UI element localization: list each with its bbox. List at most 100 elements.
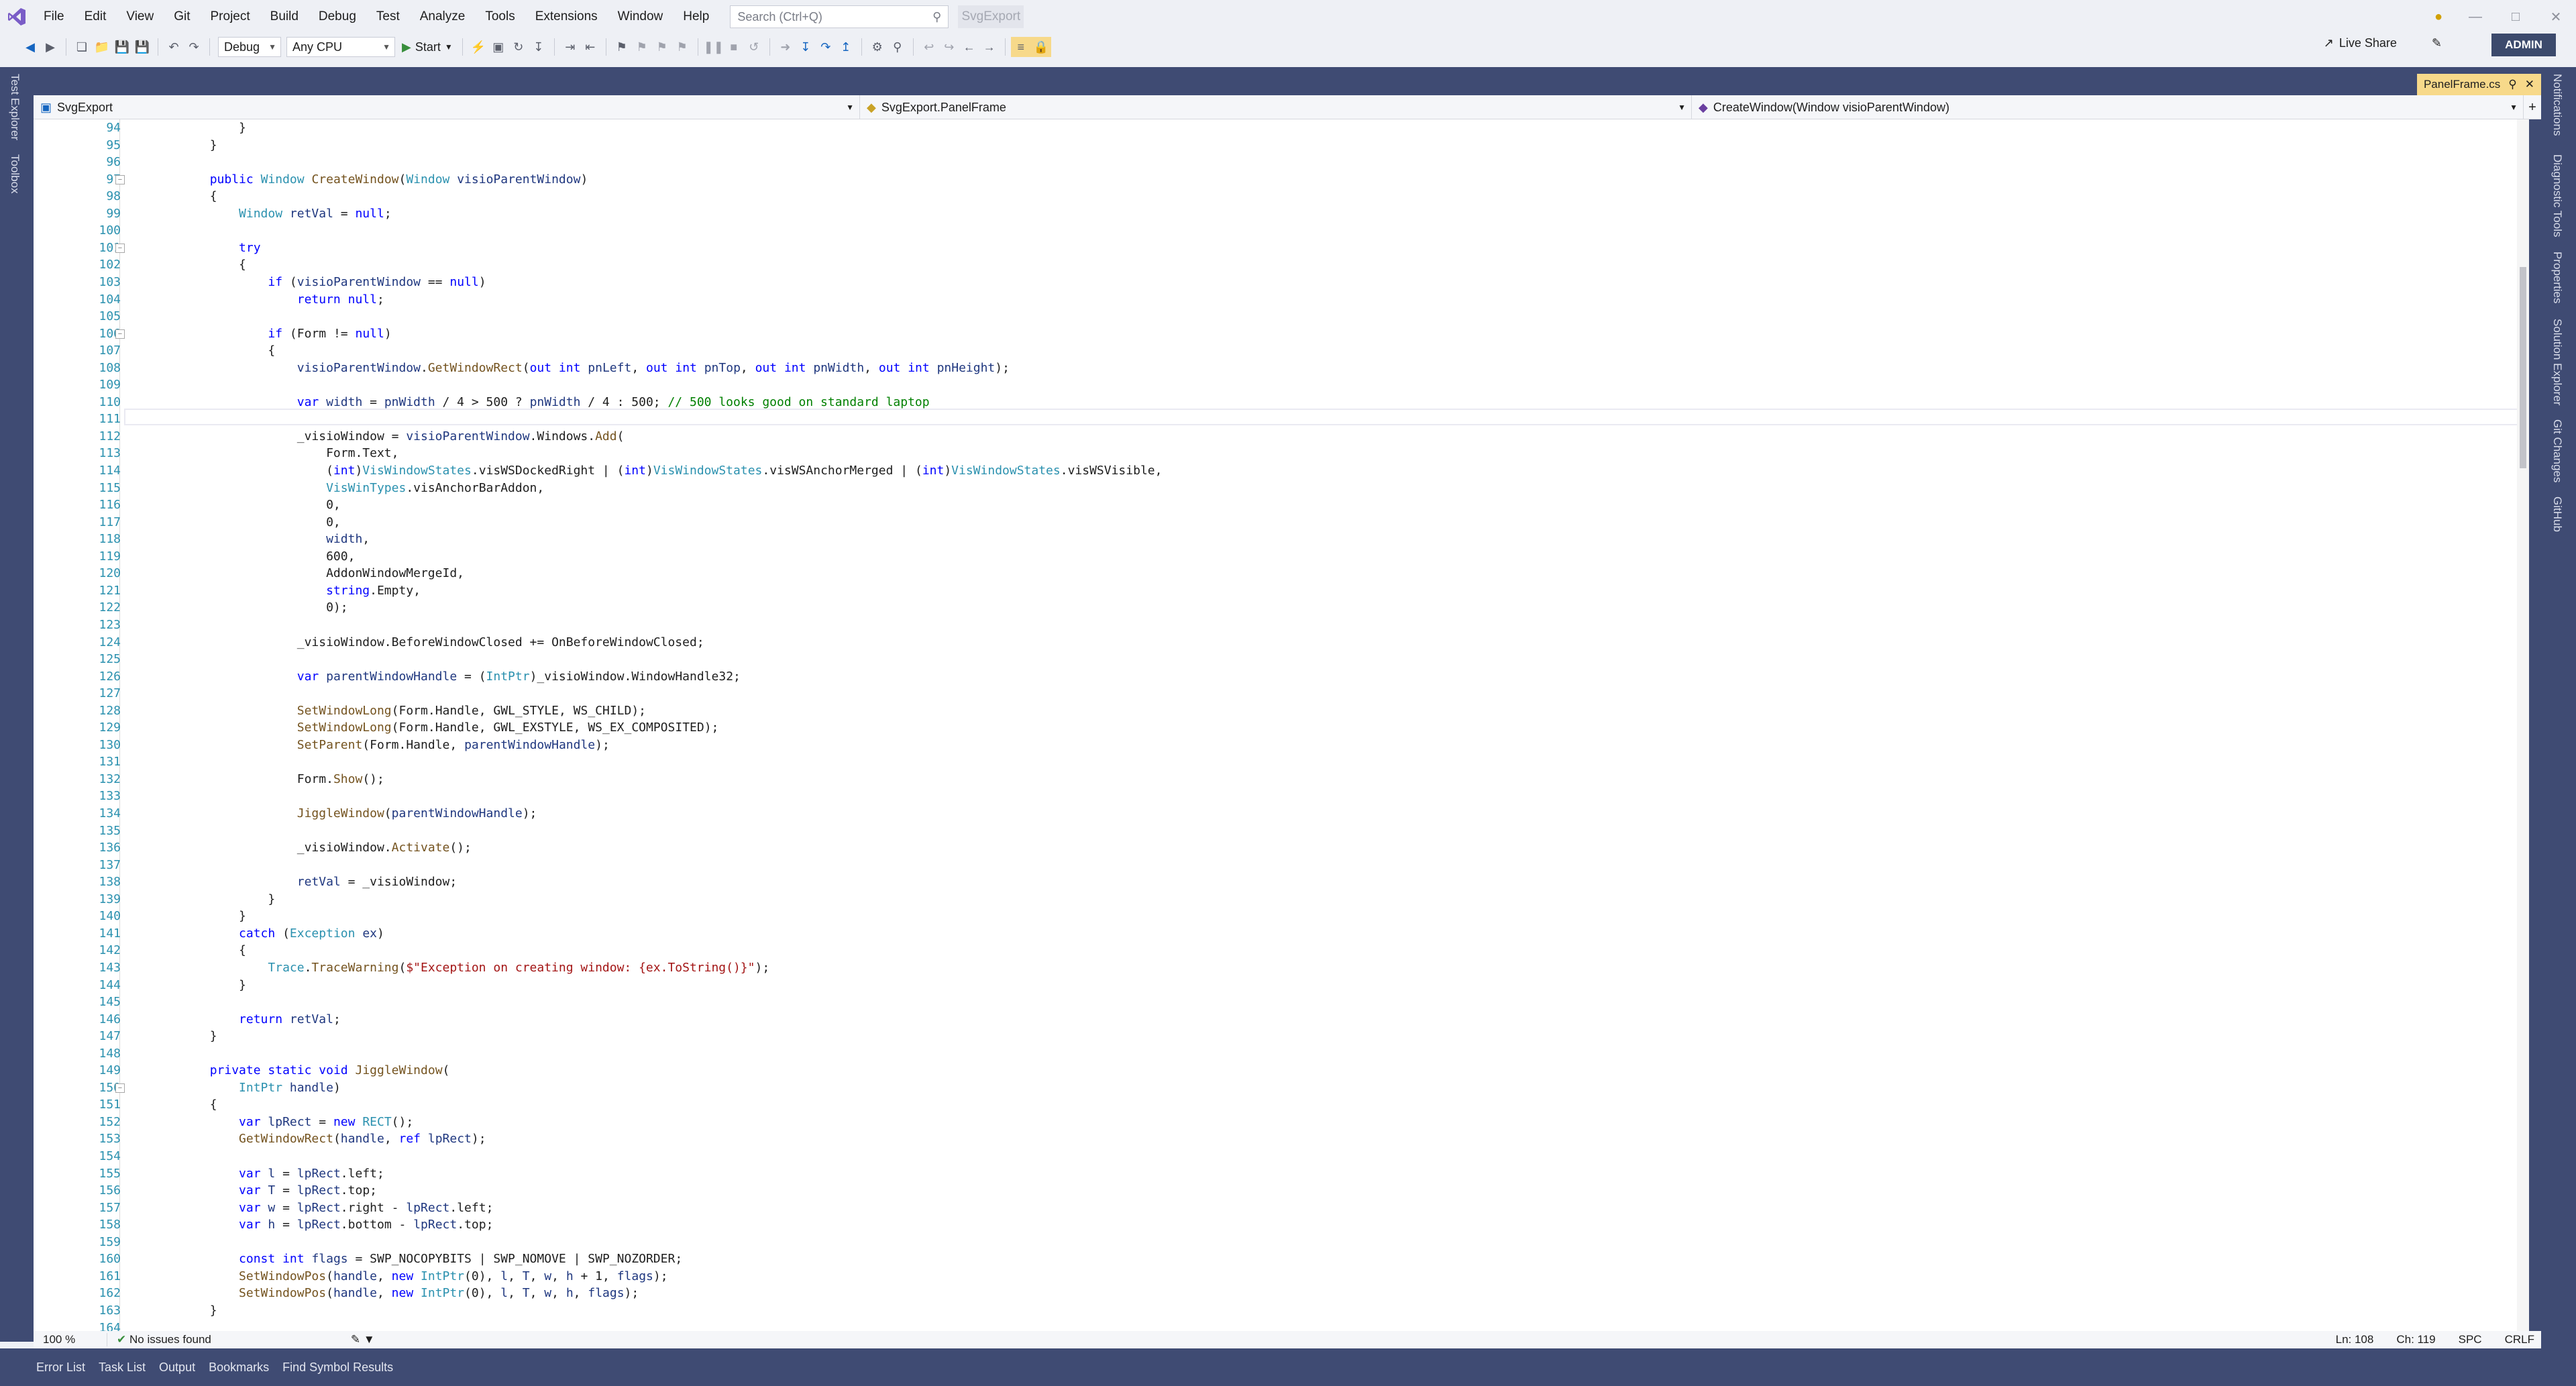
- code-line[interactable]: Window retVal = null;: [152, 207, 392, 221]
- code-line[interactable]: SetWindowPos(handle, new IntPtr(0), l, T…: [152, 1269, 668, 1283]
- pause-icon[interactable]: ❚❚: [704, 37, 724, 57]
- code-line[interactable]: }: [152, 892, 275, 906]
- step-into-debug-icon[interactable]: ↧: [796, 37, 816, 57]
- scrollbar-thumb[interactable]: [2520, 267, 2526, 468]
- code-line[interactable]: try: [152, 241, 261, 255]
- code-line[interactable]: if (Form != null): [152, 327, 391, 341]
- forward-nav-icon[interactable]: ▶: [40, 37, 60, 57]
- code-line[interactable]: retVal = _visioWindow;: [152, 875, 457, 889]
- line-ending-indicator[interactable]: CRLF: [2505, 1333, 2534, 1346]
- type-dropdown[interactable]: ◆ SvgExport.PanelFrame ▼: [860, 95, 1692, 119]
- tool-tab-find-symbol-results[interactable]: Find Symbol Results: [276, 1361, 400, 1375]
- code-line[interactable]: _visioWindow = visioParentWindow.Windows…: [152, 429, 625, 443]
- bookmark-icon[interactable]: ⚑: [612, 37, 632, 57]
- menu-file[interactable]: File: [34, 0, 74, 34]
- code-line[interactable]: {: [152, 1098, 217, 1112]
- feedback-icon[interactable]: ✎: [2432, 36, 2442, 50]
- prev-bookmark-icon[interactable]: ⚑: [632, 37, 652, 57]
- code-line[interactable]: string.Empty,: [152, 584, 421, 598]
- tool-tab-bookmarks[interactable]: Bookmarks: [202, 1361, 276, 1375]
- save-all-icon[interactable]: 💾: [132, 37, 152, 57]
- live-share-button[interactable]: ↗ Live Share ✎: [2324, 36, 2442, 50]
- code-line[interactable]: }: [152, 121, 246, 135]
- right-dock-tab[interactable]: Properties: [2551, 252, 2564, 303]
- tool-tab-task-list[interactable]: Task List: [92, 1361, 152, 1375]
- code-line[interactable]: {: [152, 943, 246, 957]
- code-line[interactable]: var T = lpRect.top;: [152, 1183, 377, 1197]
- code-line[interactable]: public Window CreateWindow(Window visioP…: [152, 172, 588, 186]
- account-icon[interactable]: ●: [2422, 9, 2455, 25]
- arrow-right-icon[interactable]: →: [979, 37, 1000, 57]
- tool-tab-error-list[interactable]: Error List: [30, 1361, 92, 1375]
- find-icon[interactable]: ⚲: [888, 37, 908, 57]
- solution-configuration-select[interactable]: Debug ▼: [218, 37, 281, 57]
- menu-edit[interactable]: Edit: [74, 0, 117, 34]
- code-line[interactable]: IntPtr handle): [152, 1081, 341, 1095]
- code-line[interactable]: Form.Text,: [152, 446, 398, 460]
- code-line[interactable]: }: [152, 1303, 217, 1318]
- collapse-icon[interactable]: −: [115, 1083, 125, 1093]
- code-line[interactable]: var width = pnWidth / 4 > 500 ? pnWidth …: [152, 395, 930, 409]
- close-button[interactable]: ✕: [2536, 9, 2576, 25]
- step-out-icon[interactable]: ↥: [836, 37, 856, 57]
- collapse-icon[interactable]: −: [115, 329, 125, 339]
- menu-project[interactable]: Project: [201, 0, 260, 34]
- navigate-forward-icon[interactable]: ↪: [939, 37, 959, 57]
- menu-build[interactable]: Build: [260, 0, 309, 34]
- menu-test[interactable]: Test: [366, 0, 410, 34]
- code-line[interactable]: {: [152, 343, 275, 358]
- code-line[interactable]: return null;: [152, 292, 384, 307]
- menu-git[interactable]: Git: [164, 0, 200, 34]
- code-line[interactable]: _visioWindow.Activate();: [152, 841, 472, 855]
- solution-platform-select[interactable]: Any CPU ▼: [286, 37, 395, 57]
- code-line[interactable]: var l = lpRect.left;: [152, 1167, 384, 1181]
- save-icon[interactable]: 💾: [112, 37, 132, 57]
- code-line[interactable]: 0,: [152, 515, 341, 529]
- maximize-button[interactable]: □: [2496, 9, 2536, 25]
- start-debug-button[interactable]: ▶ Start ▼: [402, 40, 453, 54]
- indent-icon[interactable]: ⇥: [560, 37, 580, 57]
- code-line[interactable]: var lpRect = new RECT();: [152, 1115, 413, 1129]
- code-line[interactable]: 0);: [152, 600, 348, 615]
- new-project-icon[interactable]: ❏: [72, 37, 92, 57]
- right-dock-tab[interactable]: Notifications: [2551, 74, 2564, 136]
- step-over-debug-icon[interactable]: ↷: [816, 37, 836, 57]
- code-line[interactable]: SetWindowPos(handle, new IntPtr(0), l, T…: [152, 1286, 639, 1300]
- code-line[interactable]: if (visioParentWindow == null): [152, 275, 486, 289]
- code-line[interactable]: {: [152, 258, 246, 272]
- browser-link-icon[interactable]: ▣: [488, 37, 508, 57]
- clear-bookmarks-icon[interactable]: ⚑: [672, 37, 692, 57]
- code-line[interactable]: }: [152, 909, 246, 923]
- line-indicator[interactable]: Ln: 108: [2336, 1333, 2374, 1346]
- project-dropdown[interactable]: ▣ SvgExport ▼: [34, 95, 860, 119]
- code-line[interactable]: catch (Exception ex): [152, 926, 384, 941]
- code-line[interactable]: width,: [152, 532, 370, 546]
- code-line[interactable]: var parentWindowHandle = (IntPtr)_visioW…: [152, 670, 741, 684]
- open-folder-icon[interactable]: 📁: [92, 37, 112, 57]
- undo-icon[interactable]: ↶: [164, 37, 184, 57]
- document-tab[interactable]: PanelFrame.cs ⚲ ✕: [2416, 74, 2541, 95]
- right-dock-tab[interactable]: GitHub: [2551, 496, 2564, 532]
- code-line[interactable]: }: [152, 138, 217, 152]
- code-cleanup-icon[interactable]: ✎ ▼: [341, 1333, 384, 1346]
- member-dropdown[interactable]: ◆ CreateWindow(Window visioParentWindow)…: [1692, 95, 2524, 119]
- code-line[interactable]: 600,: [152, 549, 355, 564]
- code-line[interactable]: visioParentWindow.GetWindowRect(out int …: [152, 361, 1010, 375]
- code-line[interactable]: var w = lpRect.right - lpRect.left;: [152, 1201, 493, 1215]
- left-dock-tab[interactable]: Test Explorer: [8, 74, 21, 140]
- code-line[interactable]: JiggleWindow(parentWindowHandle);: [152, 806, 537, 820]
- code-line[interactable]: _visioWindow.BeforeWindowClosed += OnBef…: [152, 635, 704, 649]
- code-line[interactable]: AddonWindowMergeId,: [152, 566, 464, 580]
- menu-debug[interactable]: Debug: [309, 0, 366, 34]
- code-line[interactable]: {: [152, 189, 217, 203]
- code-line[interactable]: }: [152, 978, 246, 992]
- code-line[interactable]: Trace.TraceWarning($"Exception on creati…: [152, 961, 769, 975]
- collapse-icon[interactable]: −: [115, 243, 125, 253]
- outdent-icon[interactable]: ⇤: [580, 37, 600, 57]
- menu-view[interactable]: View: [116, 0, 164, 34]
- vertical-scrollbar[interactable]: [2517, 119, 2529, 1331]
- code-line[interactable]: SetParent(Form.Handle, parentWindowHandl…: [152, 738, 610, 752]
- stop-icon[interactable]: ■: [724, 37, 744, 57]
- step-into-icon[interactable]: ↧: [529, 37, 549, 57]
- code-line[interactable]: SetWindowLong(Form.Handle, GWL_EXSTYLE, …: [152, 721, 719, 735]
